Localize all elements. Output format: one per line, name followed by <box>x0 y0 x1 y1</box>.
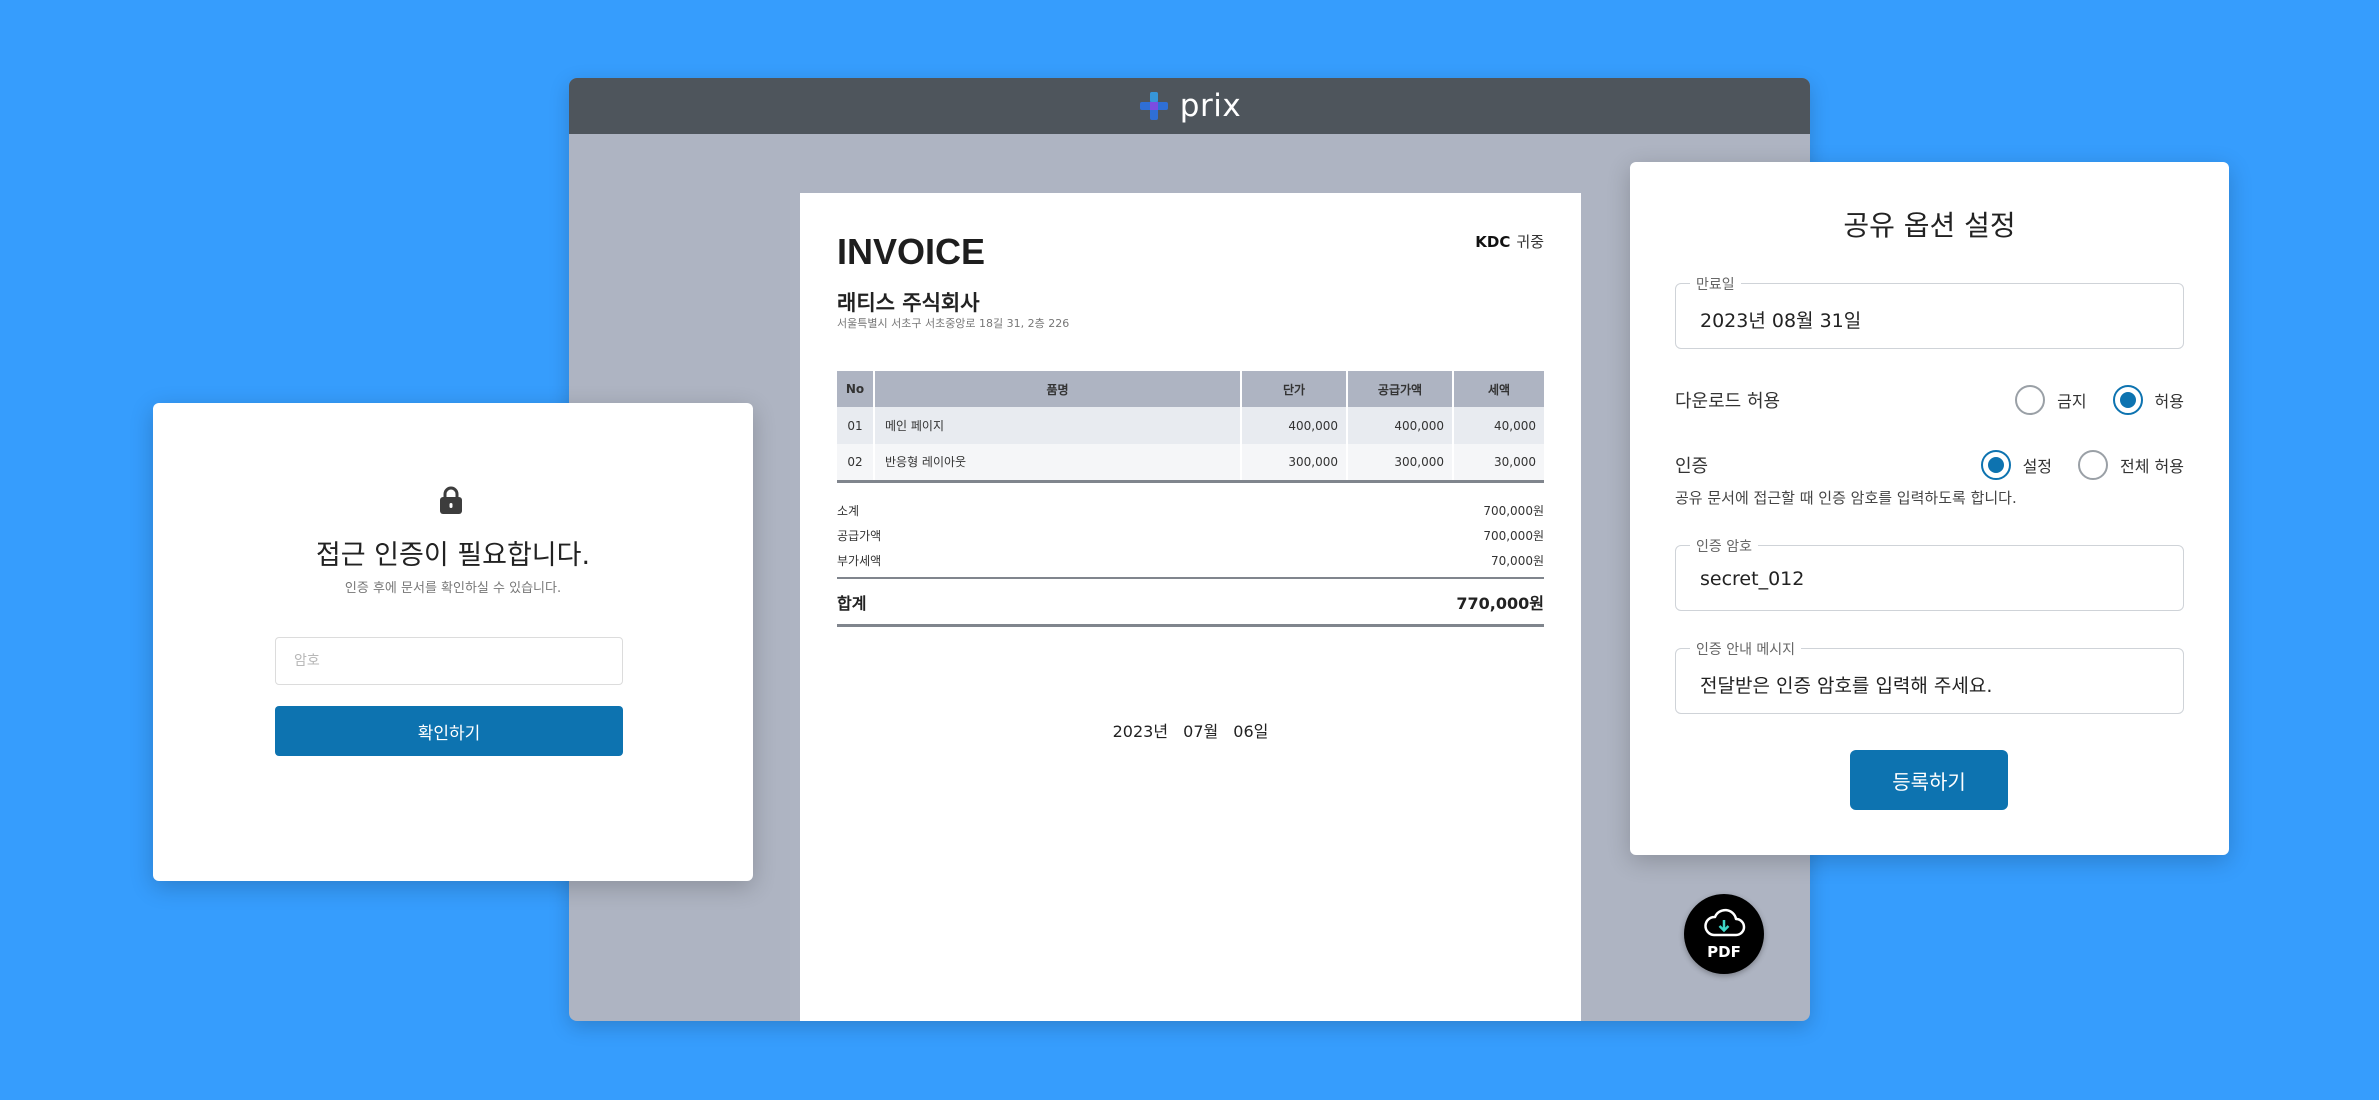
summary-row: 소계 700,000원 <box>837 498 1544 523</box>
document-viewer: prix INVOICE KDC 귀중 래티스 주식회사 서울특별시 서초구 서초… <box>569 78 1810 1021</box>
prix-logo-icon <box>1139 92 1168 120</box>
auth-title: 접근 인증이 필요합니다. <box>315 540 591 571</box>
cell-no: 02 <box>837 444 875 483</box>
brand-name: prix <box>1179 88 1242 124</box>
cell-unit-price: 300,000 <box>1241 444 1348 483</box>
cell-no: 01 <box>837 407 875 444</box>
share-title: 공유 옵션 설정 <box>1843 209 2016 242</box>
recipient-code: KDC <box>1475 233 1511 251</box>
cell-unit-price: 400,000 <box>1241 407 1348 444</box>
auth-allow-all-radio[interactable]: 전체 허용 <box>2078 450 2184 480</box>
radio-label: 전체 허용 <box>2120 457 2184 476</box>
lock-icon <box>440 486 462 514</box>
auth-description: 공유 문서에 접근할 때 인증 암호를 입력하도록 합니다. <box>1675 489 2017 507</box>
column-header: 공급가액 <box>1347 371 1454 407</box>
password-value: secret_012 <box>1700 568 1805 590</box>
auth-label: 인증 <box>1675 456 1709 477</box>
invoice-date: 2023년 07월 06일 <box>1112 722 1269 741</box>
register-button[interactable]: 등록하기 <box>1850 750 2008 810</box>
column-header: 단가 <box>1241 371 1348 407</box>
invoice-page: INVOICE KDC 귀중 래티스 주식회사 서울특별시 서초구 서초중앙로 1… <box>800 193 1581 1021</box>
download-label: 다운로드 허용 <box>1675 391 1781 412</box>
auth-radio-group: 설정 전체 허용 <box>1980 450 2184 480</box>
summary-row: 부가세액 70,000원 <box>837 548 1544 573</box>
message-label: 인증 안내 메시지 <box>1690 639 1802 659</box>
download-radio-group: 금지 허용 <box>2015 385 2184 415</box>
invoice-items-table: No 품명 단가 공급가액 세액 01 메인 페이지 400,000 400,0… <box>837 371 1544 483</box>
cell-supply: 400,000 <box>1347 407 1454 444</box>
radio-circle[interactable] <box>1980 450 2011 480</box>
cell-tax: 30,000 <box>1453 444 1544 483</box>
invoice-total: 합계 770,000원 <box>837 577 1544 627</box>
auth-message-field[interactable]: 인증 안내 메시지 전달받은 인증 암호를 입력해 주세요. <box>1675 639 2184 714</box>
pdf-label: PDF <box>1707 943 1741 961</box>
summary-label: 공급가액 <box>837 529 882 543</box>
radio-circle[interactable] <box>2078 450 2109 480</box>
confirm-button[interactable]: 확인하기 <box>275 706 623 756</box>
summary-label: 부가세액 <box>837 554 882 568</box>
cell-item: 반응형 레이아웃 <box>874 444 1242 483</box>
recipient-suffix: 귀중 <box>1516 233 1544 251</box>
download-deny-radio[interactable]: 금지 <box>2015 385 2087 415</box>
summary-value: 70,000원 <box>1490 554 1544 568</box>
column-header: 세액 <box>1453 371 1544 407</box>
cell-tax: 40,000 <box>1453 407 1544 444</box>
table-row: 01 메인 페이지 400,000 400,000 40,000 <box>837 407 1544 444</box>
summary-row: 공급가액 700,000원 <box>837 523 1544 548</box>
message-value: 전달받은 인증 암호를 입력해 주세요. <box>1700 675 1993 697</box>
summary-label: 소계 <box>837 504 860 518</box>
pdf-download-button[interactable]: PDF <box>1684 894 1764 974</box>
auth-enable-radio[interactable]: 설정 <box>1980 450 2053 480</box>
table-row: 02 반응형 레이아웃 300,000 300,000 30,000 <box>837 444 1544 483</box>
column-header: No <box>837 371 875 407</box>
radio-circle[interactable] <box>2112 385 2143 415</box>
summary-value: 700,000원 <box>1483 504 1544 518</box>
radio-circle[interactable] <box>2015 385 2046 415</box>
expiry-date-field[interactable]: 만료일 2023년 08월 31일 <box>1675 274 2184 349</box>
auth-subtitle: 인증 후에 문서를 확인하실 수 있습니다. <box>344 581 562 596</box>
download-allow-radio[interactable]: 허용 <box>2112 385 2184 415</box>
radio-label: 허용 <box>2154 392 2184 411</box>
invoice-recipient: KDC 귀중 <box>1475 231 1544 252</box>
expiry-value: 2023년 08월 31일 <box>1700 310 1862 332</box>
download-option-row: 다운로드 허용 금지 허용 <box>1675 383 2184 417</box>
table-header-row: No 품명 단가 공급가액 세액 <box>837 371 1544 407</box>
column-header: 품명 <box>874 371 1242 407</box>
total-label: 합계 <box>837 593 867 613</box>
invoice-summary: 소계 700,000원 공급가액 700,000원 부가세액 70,000원 <box>837 498 1544 573</box>
radio-label: 금지 <box>2057 392 2087 411</box>
cell-item: 메인 페이지 <box>874 407 1242 444</box>
password-label: 인증 암호 <box>1690 536 1758 556</box>
cell-supply: 300,000 <box>1347 444 1454 483</box>
share-options-card: 공유 옵션 설정 만료일 2023년 08월 31일 다운로드 허용 금지 허용… <box>1630 162 2229 855</box>
access-auth-card: 접근 인증이 필요합니다. 인증 후에 문서를 확인하실 수 있습니다. 확인하… <box>153 403 753 881</box>
viewer-header: prix <box>569 78 1810 134</box>
auth-option-row: 인증 설정 전체 허용 <box>1675 448 2184 482</box>
total-value: 770,000원 <box>1456 593 1544 613</box>
expiry-label: 만료일 <box>1690 274 1741 294</box>
auth-password-field[interactable]: 인증 암호 secret_012 <box>1675 536 2184 611</box>
company-name: 래티스 주식회사 <box>837 291 980 315</box>
radio-label: 설정 <box>2022 457 2053 476</box>
company-address: 서울특별시 서초구 서초중앙로 18길 31, 2층 226 <box>837 317 1070 330</box>
summary-value: 700,000원 <box>1483 529 1544 543</box>
password-input[interactable] <box>275 637 623 685</box>
cloud-download-icon <box>1704 908 1746 937</box>
invoice-title: INVOICE <box>837 231 986 272</box>
